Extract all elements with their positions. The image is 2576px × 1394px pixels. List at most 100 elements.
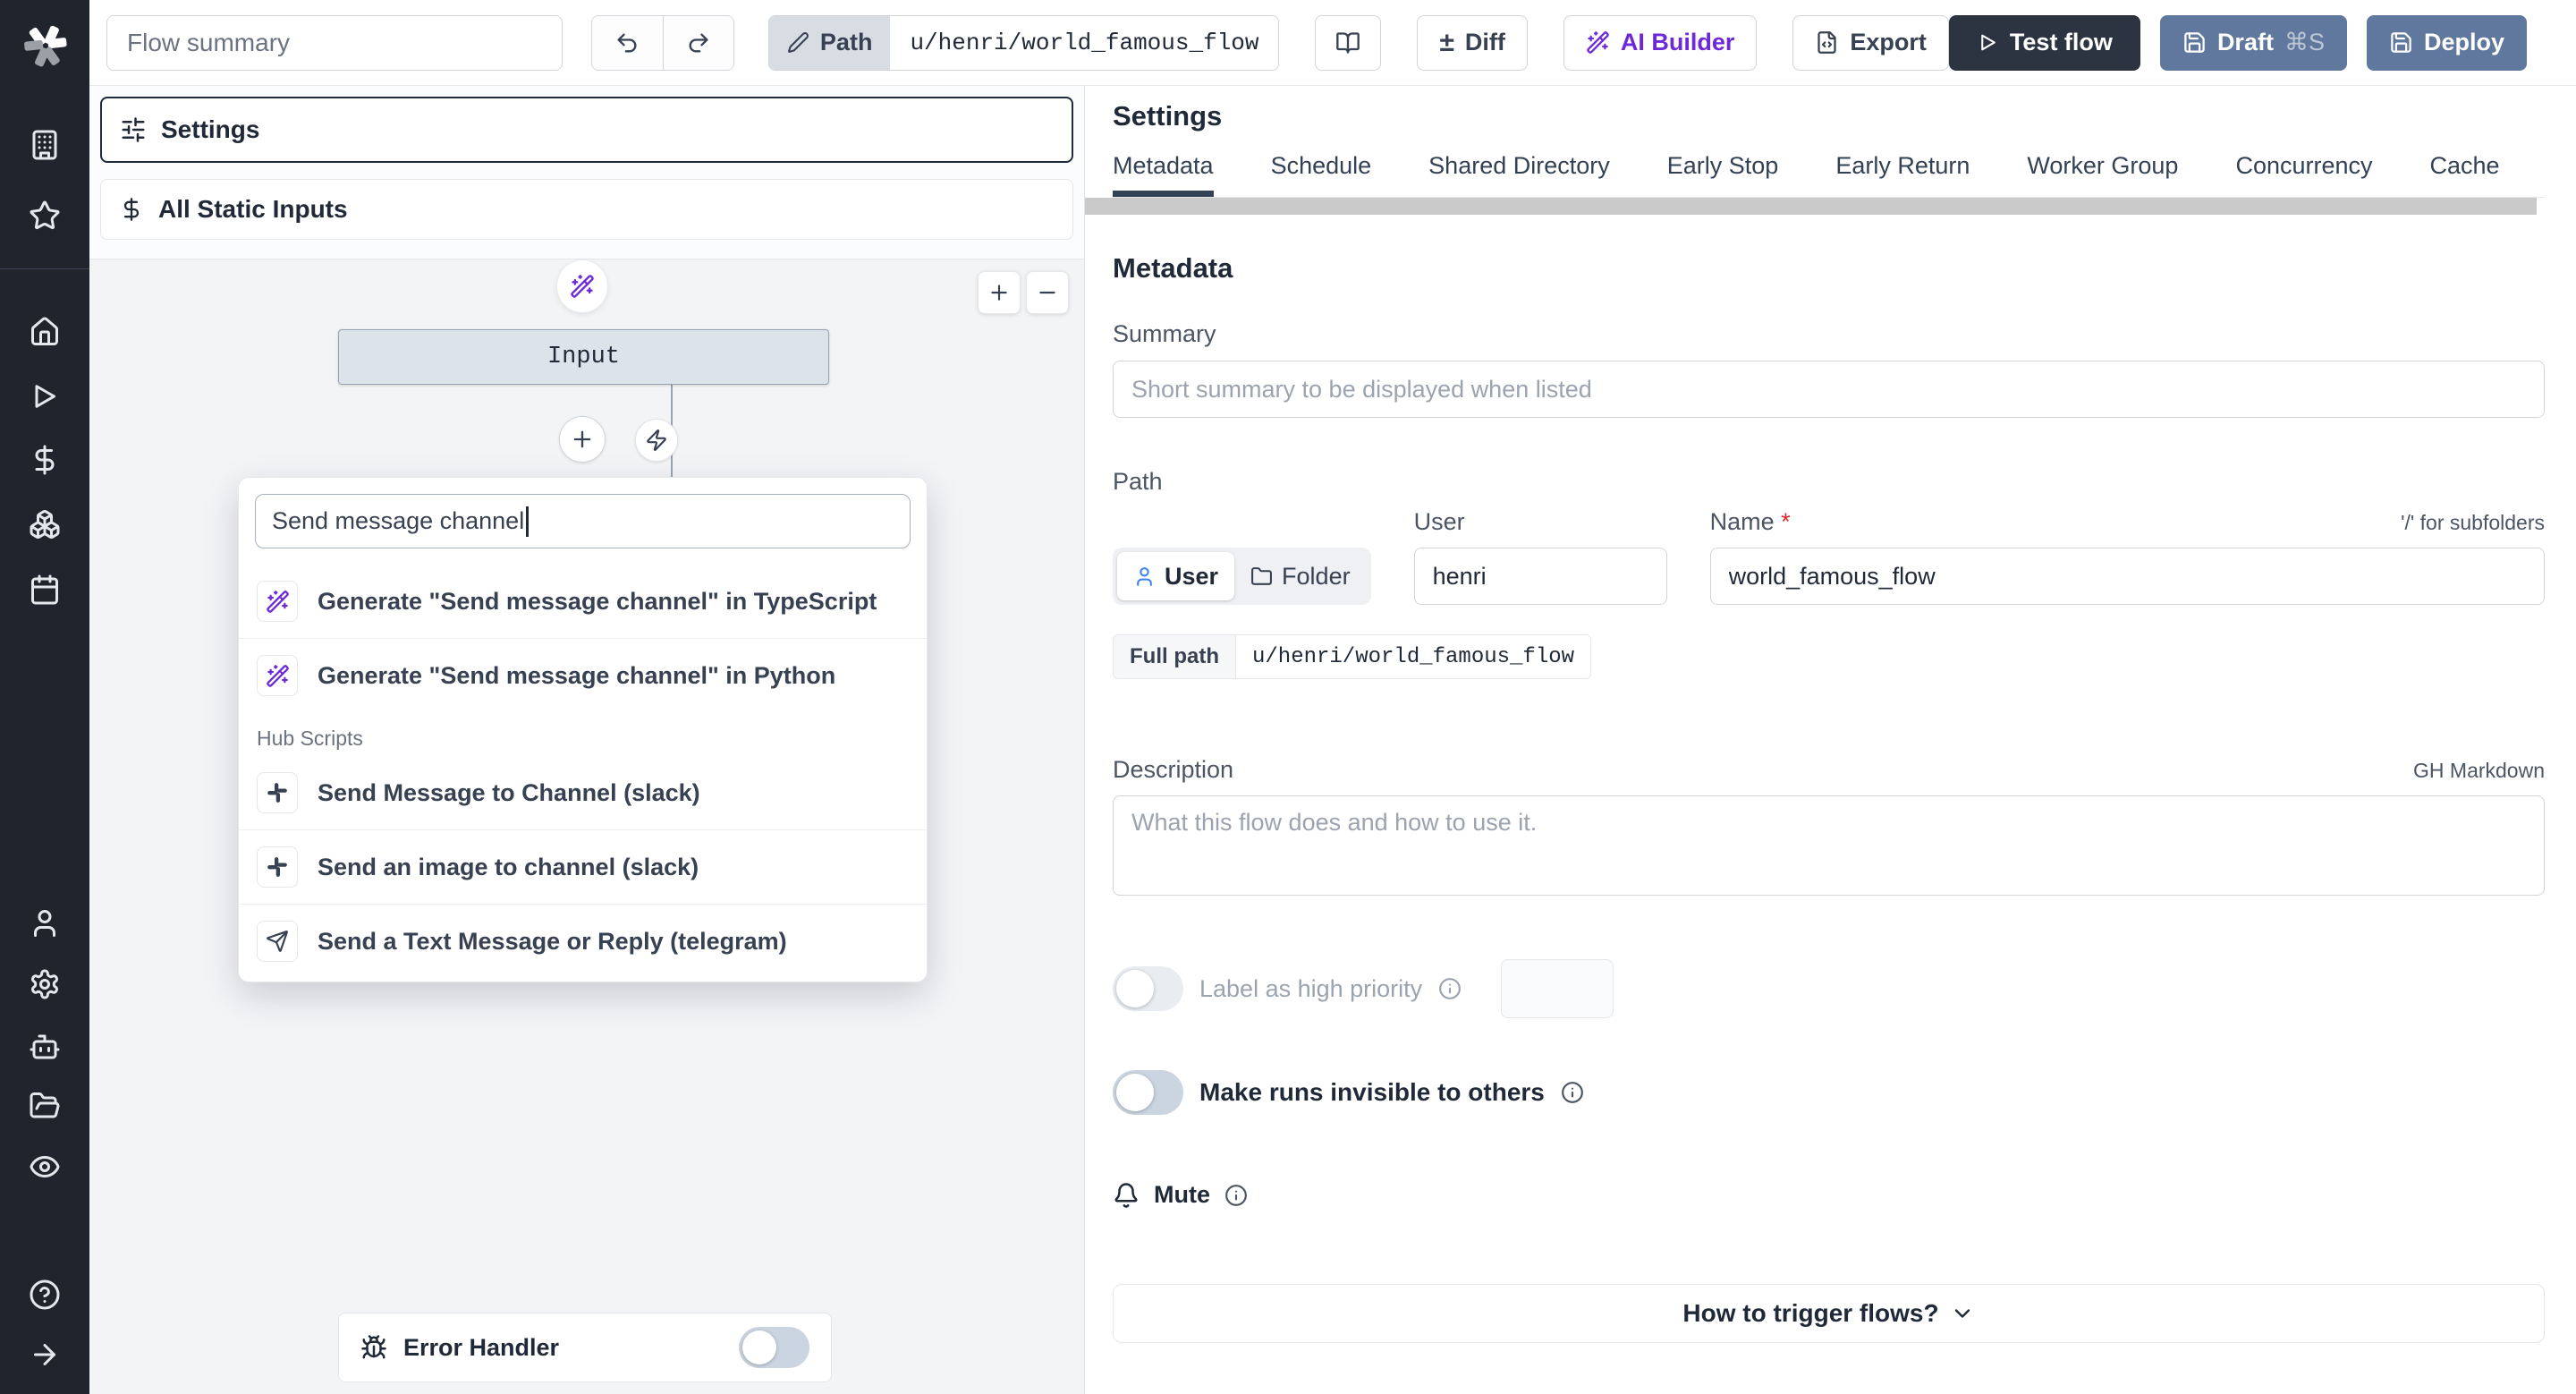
step-search-input[interactable]: Send message channel [255, 494, 911, 548]
magic-wand-icon [1586, 30, 1610, 55]
windmill-logo-icon[interactable] [21, 21, 70, 70]
add-step-button[interactable] [559, 416, 606, 463]
minus-icon [1036, 281, 1059, 304]
diff-button[interactable]: ± Diff [1417, 14, 1528, 71]
slack-icon-box [257, 772, 298, 813]
ai-builder-button[interactable]: AI Builder [1563, 14, 1758, 71]
flow-settings-box[interactable]: Settings [100, 97, 1073, 163]
path-chip-label: Path [819, 29, 873, 55]
description-label: Description [1113, 756, 1234, 783]
owner-folder-label: Folder [1282, 562, 1351, 590]
zoom-in-button[interactable] [978, 271, 1021, 314]
telegram-send-icon [266, 930, 289, 953]
priority-value-input[interactable] [1501, 959, 1614, 1018]
tab-schedule[interactable]: Schedule [1271, 152, 1372, 197]
how-to-trigger-expander[interactable]: How to trigger flows? [1113, 1284, 2545, 1343]
flow-canvas[interactable]: Input Send message channel Generate "Sen… [89, 259, 1084, 1394]
docs-book-button[interactable] [1315, 14, 1382, 71]
ai-builder-label: AI Builder [1620, 29, 1735, 55]
undo-redo-group [590, 14, 734, 71]
subfolder-hint: '/' for subfolders [2401, 511, 2545, 534]
windmill-flow-editor: Path u/henri/world_famous_flow ± Diff AI… [0, 0, 2576, 1394]
test-flow-button[interactable]: Test flow [1948, 14, 2140, 71]
hub-item-slack-message[interactable]: Send Message to Channel (slack) [239, 756, 927, 829]
flow-summary-input[interactable] [106, 14, 563, 71]
play-icon [1977, 31, 1999, 54]
hub-scripts-label: Hub Scripts [257, 727, 363, 750]
magic-wand-icon [570, 274, 595, 299]
all-static-inputs-box[interactable]: All Static Inputs [100, 179, 1073, 240]
chevron-down-icon [1950, 1301, 1975, 1326]
owner-user-segment[interactable]: User [1117, 552, 1235, 600]
settings-tabs: Metadata Schedule Shared Directory Early… [1113, 152, 2545, 198]
high-priority-toggle[interactable] [1113, 966, 1183, 1011]
folders-icon[interactable] [29, 1090, 61, 1122]
generate-python-item[interactable]: Generate "Send message channel" in Pytho… [239, 639, 927, 712]
full-path-label: Full path [1113, 634, 1235, 679]
runs-play-icon[interactable] [29, 380, 61, 412]
tab-early-return[interactable]: Early Return [1835, 152, 1970, 197]
deploy-label: Deploy [2423, 29, 2504, 55]
name-input[interactable] [1709, 548, 2545, 605]
generate-typescript-label: Generate "Send message channel" in TypeS… [318, 587, 877, 615]
invisible-runs-toggle[interactable] [1113, 1070, 1183, 1115]
tabs-horizontal-scrollbar[interactable] [1085, 198, 2537, 215]
deploy-button[interactable]: Deploy [2366, 14, 2527, 71]
sliders-icon [120, 116, 147, 143]
plus-icon [570, 427, 595, 452]
wand-icon [266, 590, 290, 614]
dollar-icon [119, 197, 144, 222]
input-node[interactable]: Input [338, 329, 829, 385]
invisible-runs-row: Make runs invisible to others [1113, 1070, 2545, 1115]
high-priority-row: Label as high priority [1113, 959, 2545, 1018]
hub-item-slack-image[interactable]: Send an image to channel (slack) [239, 830, 927, 904]
audit-eye-icon[interactable] [29, 1151, 61, 1183]
topbar: Path u/henri/world_famous_flow ± Diff AI… [89, 0, 2576, 86]
help-icon[interactable] [29, 1279, 61, 1311]
mute-label: Mute [1154, 1181, 1210, 1208]
draft-button[interactable]: Draft ⌘S [2159, 14, 2347, 71]
error-handler-toggle[interactable] [739, 1327, 809, 1368]
expand-sidebar-arrow-icon[interactable] [29, 1339, 61, 1371]
hub-item-telegram-message[interactable]: Send a Text Message or Reply (telegram) [239, 905, 927, 978]
schedules-calendar-icon[interactable] [29, 574, 61, 606]
error-handler-node[interactable]: Error Handler [338, 1313, 832, 1382]
settings-panel-title: Settings [1113, 100, 1223, 132]
metadata-heading: Metadata [1113, 252, 1233, 284]
tab-cache[interactable]: Cache [2430, 152, 2500, 197]
trigger-bolt-button[interactable] [635, 419, 678, 462]
owner-user-label: User [1165, 562, 1219, 590]
diff-icon: ± [1439, 27, 1454, 57]
undo-button[interactable] [591, 15, 663, 70]
tab-shared-directory[interactable]: Shared Directory [1428, 152, 1610, 197]
redo-icon [686, 30, 711, 55]
generate-typescript-item[interactable]: Generate "Send message channel" in TypeS… [239, 565, 927, 638]
resources-boxes-icon[interactable] [29, 508, 61, 540]
favorites-star-icon[interactable] [29, 200, 61, 232]
required-asterisk: * [1781, 508, 1791, 535]
export-button[interactable]: Export [1792, 14, 1949, 71]
workers-bot-icon[interactable] [29, 1031, 61, 1063]
zoom-out-button[interactable] [1026, 271, 1069, 314]
mute-row[interactable]: Mute [1113, 1181, 2545, 1209]
home-icon[interactable] [29, 316, 61, 348]
variables-dollar-icon[interactable] [29, 444, 61, 476]
owner-folder-segment[interactable]: Folder [1234, 552, 1367, 600]
summary-input[interactable] [1113, 361, 2545, 418]
hub-item-label: Send an image to channel (slack) [318, 853, 699, 880]
description-textarea[interactable] [1113, 795, 2545, 896]
path-chip-value: u/henri/world_famous_flow [890, 15, 1279, 70]
tab-concurrency[interactable]: Concurrency [2235, 152, 2372, 197]
tab-worker-group[interactable]: Worker Group [2027, 152, 2178, 197]
workspace-icon[interactable] [29, 129, 61, 161]
tab-metadata[interactable]: Metadata [1113, 152, 1214, 197]
path-chip[interactable]: Path u/henri/world_famous_flow [767, 14, 1280, 71]
bug-icon [360, 1334, 387, 1361]
ai-flow-node-button[interactable] [556, 259, 608, 313]
redo-button[interactable] [662, 15, 733, 70]
settings-gear-icon[interactable] [29, 968, 61, 1000]
user-input[interactable] [1413, 548, 1667, 605]
tab-early-stop[interactable]: Early Stop [1667, 152, 1779, 197]
export-label: Export [1850, 29, 1927, 55]
users-icon[interactable] [29, 907, 61, 939]
